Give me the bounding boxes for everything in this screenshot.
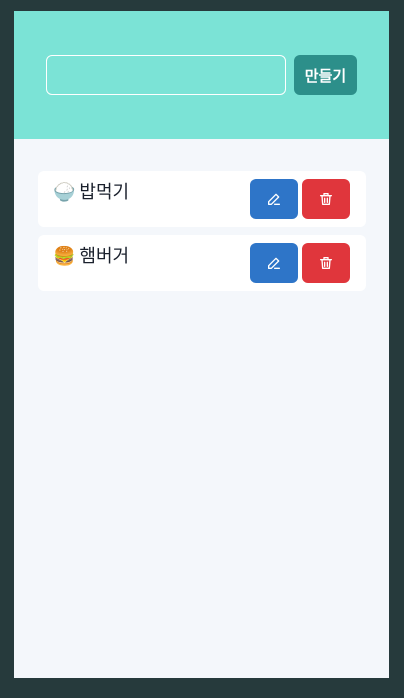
burger-emoji: 🍔 xyxy=(53,246,76,267)
pencil-icon xyxy=(268,193,280,205)
todo-label: 밥먹기 xyxy=(79,182,130,203)
todo-app: 만들기 🍚 밥먹기 🍔 햄버거 xyxy=(14,11,389,678)
header: 만들기 xyxy=(14,11,389,139)
todo-input[interactable] xyxy=(46,55,286,95)
list-item: 🍔 햄버거 xyxy=(38,235,366,291)
todo-list: 🍚 밥먹기 🍔 햄버거 xyxy=(38,171,366,299)
delete-button[interactable] xyxy=(302,243,350,283)
create-button[interactable]: 만들기 xyxy=(294,55,357,95)
todo-text: 🍚 밥먹기 xyxy=(53,181,129,205)
pencil-icon xyxy=(268,257,280,269)
rice-emoji: 🍚 xyxy=(53,182,76,203)
delete-button[interactable] xyxy=(302,179,350,219)
todo-text: 🍔 햄버거 xyxy=(53,245,129,269)
trash-icon xyxy=(320,193,332,205)
todo-label: 햄버거 xyxy=(79,246,130,267)
edit-button[interactable] xyxy=(250,243,298,283)
list-item: 🍚 밥먹기 xyxy=(38,171,366,227)
edit-button[interactable] xyxy=(250,179,298,219)
trash-icon xyxy=(320,257,332,269)
